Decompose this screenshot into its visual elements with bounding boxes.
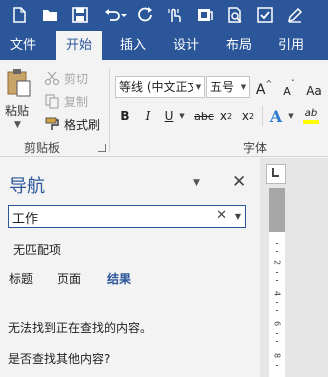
subscript-2: 2 [227,111,233,121]
search-value: 工作 [12,212,39,227]
vertical-ruler-area: 2 4 6 8 [260,158,328,377]
search-other-message: 是否查找其他内容? [8,352,111,366]
nav-title: 导航 [9,176,45,197]
tab-insert[interactable]: 插入 [110,31,156,60]
open-file-icon[interactable] [193,3,217,27]
clear-icon[interactable]: ✕ [216,208,227,223]
tab-pages[interactable]: 页面 [57,270,81,287]
no-match-text: 无匹配项 [13,243,62,257]
shrink-font-button[interactable]: Aˇ [280,76,298,98]
strikethrough-button[interactable]: abc [192,105,216,127]
subscript-button[interactable]: x2 [217,105,235,127]
group-divider [109,68,110,152]
font-name-value: 等线 (中文正文 [119,80,200,94]
touch-mode-icon[interactable] [162,3,186,27]
scissors-icon [44,71,60,86]
chevron-down-icon[interactable]: ▼ [238,77,249,97]
text-effects-button[interactable]: A [267,105,285,127]
up-arrow-icon: ^ [265,79,273,88]
close-icon[interactable]: ✕ [232,172,246,192]
nav-options-icon[interactable]: ▼ [193,178,200,188]
ruler-number: 2 [272,259,282,266]
tab-headings[interactable]: 标题 [9,270,33,287]
italic-button[interactable]: I [139,105,157,127]
highlight-label: ab [304,108,318,119]
save-icon[interactable] [68,3,92,27]
quick-access-toolbar [0,0,328,31]
tab-design[interactable]: 设计 [163,31,209,60]
ruler-number: 4 [272,290,282,297]
format-painter-icon [45,117,59,130]
navigation-pane: 导航 ▼ ✕ 工作 ✕ ▼ 无匹配项 标题 页面 结果 无法找到正在查找的内容。… [0,158,260,377]
font-name-combo[interactable]: 等线 (中文正文 ▼ [115,76,205,98]
copy-button[interactable]: 复制 [44,91,88,111]
highlight-color-bar [303,120,319,124]
format-painter-label: 格式刷 [64,117,101,132]
ribbon-tabs: 文件 开始 插入 设计 布局 引用 [0,31,328,60]
subscript-x: x [219,109,227,123]
paste-icon[interactable] [6,68,32,98]
tab-selector[interactable] [266,164,286,184]
undo-dropdown-icon[interactable] [118,3,130,27]
format-painter-button[interactable]: 格式刷 [44,114,100,134]
tab-home[interactable]: 开始 [56,31,102,60]
underline-dropdown-icon[interactable]: ▼ [176,105,188,127]
font-size-combo[interactable]: 五号 ▼ [206,76,250,98]
new-document-icon[interactable] [7,3,31,27]
not-found-message: 无法找到正在查找的内容。 [8,321,153,335]
open-folder-icon[interactable] [38,3,62,27]
tab-file[interactable]: 文件 [0,31,46,60]
tab-references[interactable]: 引用 [268,31,314,60]
ruler-number: 6 [272,320,282,327]
grow-font-label: A [255,82,266,98]
bold-button[interactable]: B [116,105,134,127]
tab-results[interactable]: 结果 [107,270,131,287]
ruler-top-margin [269,188,285,232]
print-preview-icon[interactable] [223,3,247,27]
search-input[interactable]: 工作 ✕ ▼ [8,205,246,228]
superscript-x: x [241,109,249,123]
ruler-number: 8 [272,352,282,359]
vertical-ruler[interactable]: 2 4 6 8 [269,188,285,377]
ribbon-home: 粘贴 ▼ 剪切 复制 格式刷 剪贴板 等线 (中文正文 ▼ 五号 ▼ A ^ Aˇ… [0,60,328,157]
copy-icon [45,94,59,109]
shrink-font-label: A [283,85,291,98]
down-arrow-icon: ˇ [290,79,295,88]
font-group-label: 字体 [243,141,268,155]
edit-icon[interactable] [283,3,307,27]
change-case-button[interactable]: Aa [304,76,324,98]
clipboard-group-label: 剪贴板 [24,141,61,155]
font-divider [262,106,263,126]
grow-font-button[interactable]: A ^ [255,76,273,98]
tab-layout[interactable]: 布局 [216,31,262,60]
aa-icon: Aa [306,84,322,98]
chevron-down-icon[interactable]: ▼ [193,77,204,97]
copy-label: 复制 [64,94,89,109]
cut-label: 剪切 [64,71,89,86]
superscript-2: 2 [249,111,255,121]
paste-button[interactable]: 粘贴 [5,102,29,119]
text-effects-dropdown-icon[interactable]: ▼ [286,105,296,127]
redo-icon[interactable] [133,3,157,27]
search-dropdown-icon[interactable]: ▼ [235,212,241,221]
checkbox-icon[interactable] [253,3,277,27]
highlight-button[interactable]: ab [300,105,322,127]
font-size-value: 五号 [210,80,235,94]
paste-dropdown-icon[interactable]: ▼ [14,120,21,130]
clipboard-launcher-icon[interactable] [98,144,106,152]
cut-button[interactable]: 剪切 [44,68,88,88]
superscript-button[interactable]: x2 [239,105,257,127]
